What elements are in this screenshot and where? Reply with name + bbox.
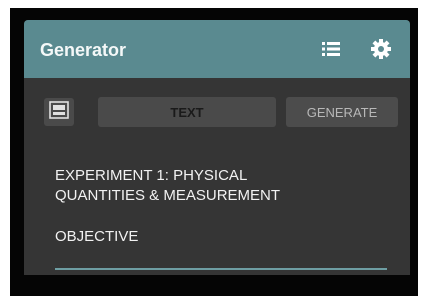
- insert-image-button[interactable]: [44, 98, 74, 126]
- heading-line-1: EXPERIMENT 1: PHYSICAL: [55, 167, 248, 184]
- app-bar: Generator: [24, 20, 410, 78]
- generator-panel: Generator TEXT GENERATE EXPERIMENT 1: PH…: [24, 20, 410, 275]
- text-button[interactable]: TEXT: [98, 97, 276, 127]
- toolbar: TEXT GENERATE: [24, 88, 410, 132]
- app-title: Generator: [40, 40, 127, 60]
- gear-icon[interactable]: [370, 38, 392, 60]
- image-icon: [49, 100, 69, 124]
- list-icon[interactable]: [320, 38, 342, 60]
- generate-button[interactable]: GENERATE: [286, 97, 398, 127]
- heading-line-2: QUANTITIES & MEASUREMENT: [55, 187, 281, 204]
- divider-line: [55, 268, 387, 270]
- objective-label: OBJECTIVE: [55, 228, 139, 245]
- content-heading: EXPERIMENT 1: PHYSICAL QUANTITIES & MEAS…: [55, 166, 385, 206]
